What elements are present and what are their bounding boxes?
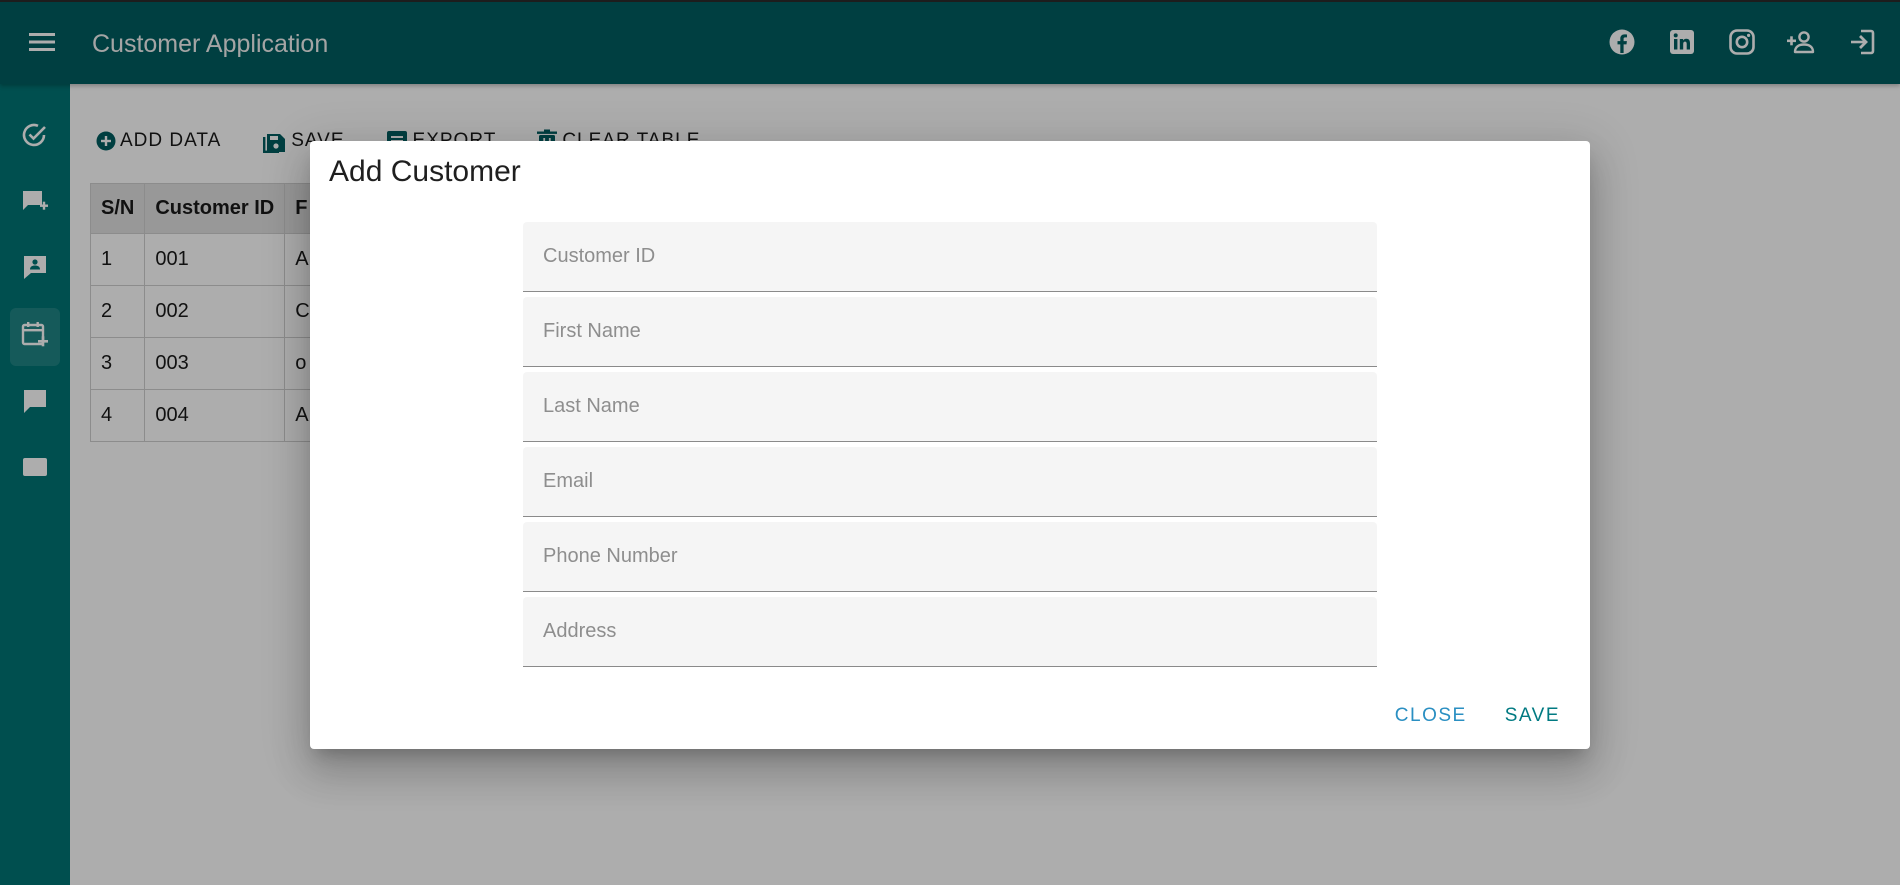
save-button[interactable]: SAVE <box>1499 701 1566 731</box>
first-name-field-container <box>523 297 1377 367</box>
customer-id-field-container <box>523 222 1377 292</box>
email-input[interactable] <box>523 447 1377 516</box>
last-name-input[interactable] <box>523 372 1377 441</box>
address-input[interactable] <box>523 597 1377 666</box>
customer-id-input[interactable] <box>523 222 1377 291</box>
phone-number-input[interactable] <box>523 522 1377 591</box>
last-name-field-container <box>523 372 1377 442</box>
email-field-container <box>523 447 1377 517</box>
address-field-container <box>523 597 1377 667</box>
dialog-actions: CLOSE SAVE <box>1389 701 1566 731</box>
dialog-title: Add Customer <box>329 155 521 188</box>
add-customer-dialog: Add Customer CLOSE SAVE <box>310 141 1590 749</box>
first-name-input[interactable] <box>523 297 1377 366</box>
phone-number-field-container <box>523 522 1377 592</box>
app-root: Customer Application ADD DATA S/N Custom… <box>0 0 1900 885</box>
add-customer-form <box>523 222 1377 672</box>
close-button[interactable]: CLOSE <box>1389 701 1473 731</box>
